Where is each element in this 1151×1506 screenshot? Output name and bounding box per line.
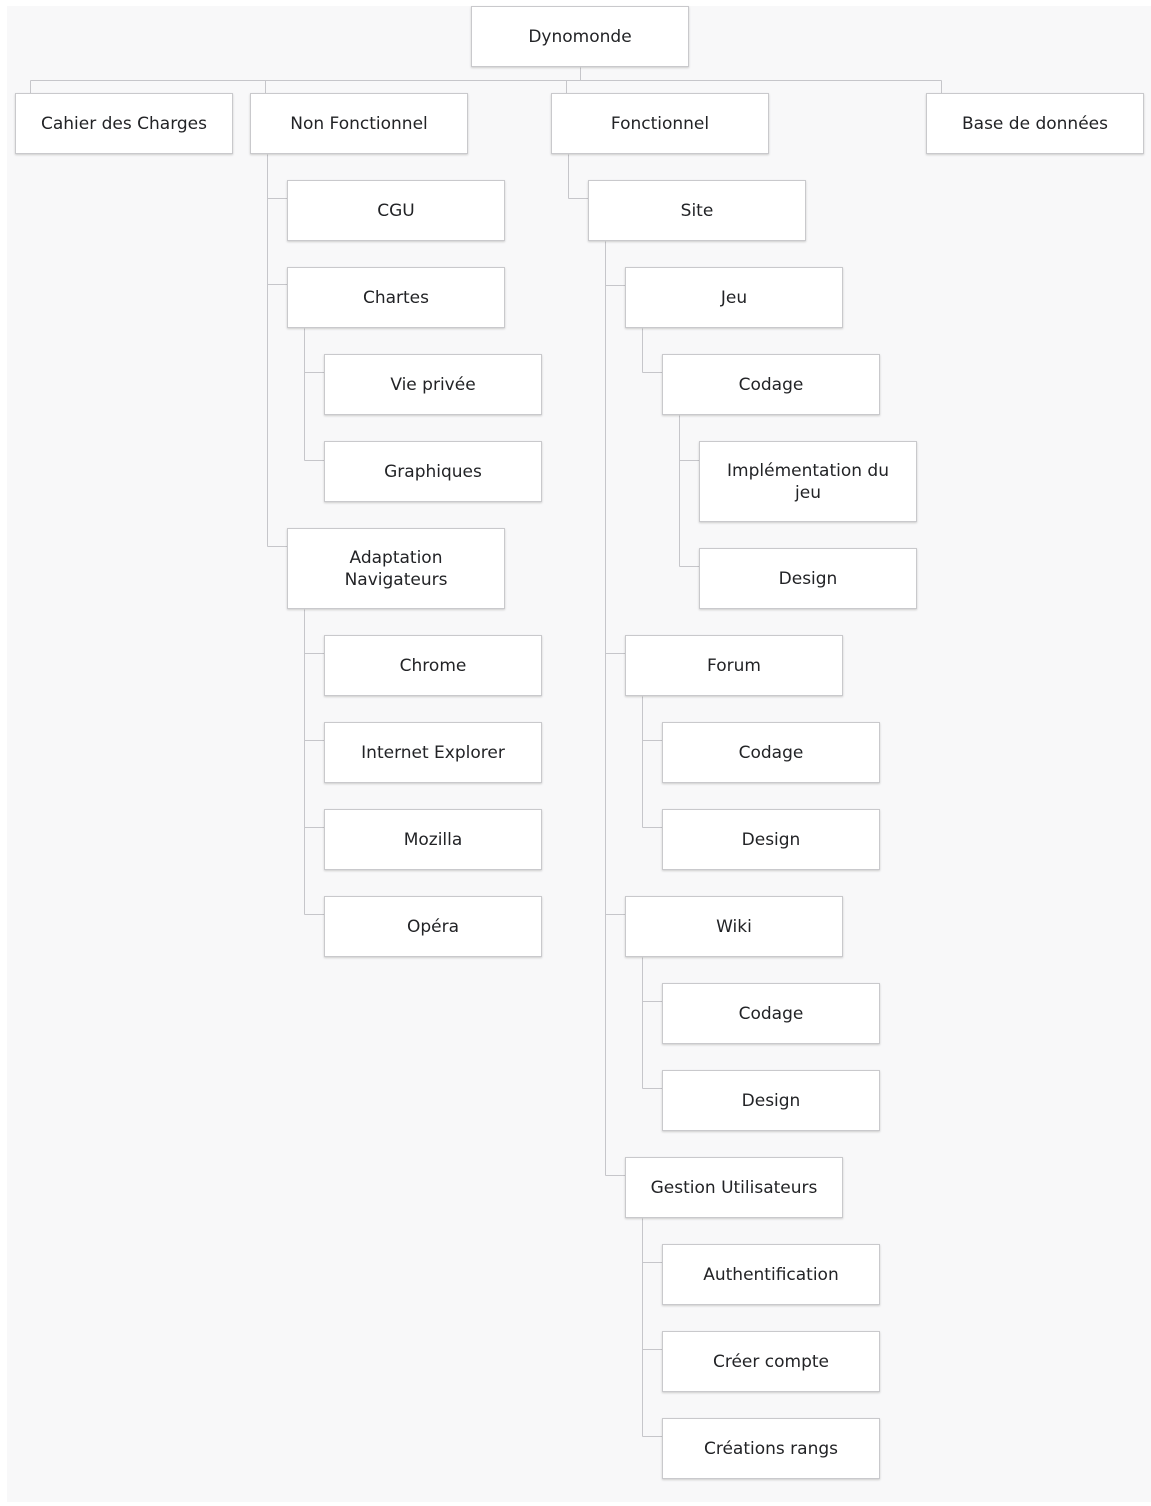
node-label: Chrome xyxy=(399,655,467,676)
node-label: Implémentation du jeu xyxy=(727,460,889,503)
node-chartes[interactable]: Chartes xyxy=(287,267,505,328)
node-label: Fonctionnel xyxy=(610,113,710,134)
node-jeu-design[interactable]: Design xyxy=(699,548,917,609)
node-cgu[interactable]: CGU xyxy=(287,180,505,241)
node-label: Non Fonctionnel xyxy=(290,113,428,134)
node-label: Dynomonde xyxy=(528,26,632,47)
node-label: Site xyxy=(680,200,714,221)
node-forum-codage[interactable]: Codage xyxy=(662,722,880,783)
node-label: Jeu xyxy=(720,287,748,308)
node-label: Vie privée xyxy=(390,374,476,395)
node-wiki[interactable]: Wiki xyxy=(625,896,843,957)
node-label: Créer compte xyxy=(712,1351,830,1372)
node-vie-privee[interactable]: Vie privée xyxy=(324,354,542,415)
node-bdd[interactable]: Base de données xyxy=(926,93,1144,154)
node-label: Design xyxy=(741,829,801,850)
node-label: Internet Explorer xyxy=(361,742,505,763)
node-authentification[interactable]: Authentification xyxy=(662,1244,880,1305)
node-label: Base de données xyxy=(962,113,1108,134)
node-label: Opéra xyxy=(406,916,460,937)
node-forum[interactable]: Forum xyxy=(625,635,843,696)
node-forum-design[interactable]: Design xyxy=(662,809,880,870)
node-creer-compte[interactable]: Créer compte xyxy=(662,1331,880,1392)
node-implementation[interactable]: Implémentation du jeu xyxy=(699,441,917,522)
node-nonfonc[interactable]: Non Fonctionnel xyxy=(250,93,468,154)
node-label: Chartes xyxy=(362,287,430,308)
node-wiki-codage[interactable]: Codage xyxy=(662,983,880,1044)
node-wiki-design[interactable]: Design xyxy=(662,1070,880,1131)
node-adaptation[interactable]: Adaptation Navigateurs xyxy=(287,528,505,609)
node-label: Gestion Utilisateurs xyxy=(650,1177,818,1198)
node-label: Codage xyxy=(738,374,804,395)
node-creations-rangs[interactable]: Créations rangs xyxy=(662,1418,880,1479)
node-opera[interactable]: Opéra xyxy=(324,896,542,957)
node-label: Design xyxy=(741,1090,801,1111)
node-cahier[interactable]: Cahier des Charges xyxy=(15,93,233,154)
node-label: Forum xyxy=(707,655,761,676)
node-internet-explorer[interactable]: Internet Explorer xyxy=(324,722,542,783)
node-label: CGU xyxy=(377,200,415,221)
node-label: Graphiques xyxy=(384,461,482,482)
node-label: Codage xyxy=(738,1003,804,1024)
node-label: Wiki xyxy=(716,916,752,937)
node-label: Créations rangs xyxy=(703,1438,839,1459)
node-root[interactable]: Dynomonde xyxy=(471,6,689,67)
node-label: Mozilla xyxy=(403,829,463,850)
node-jeu-codage[interactable]: Codage xyxy=(662,354,880,415)
node-label: Adaptation Navigateurs xyxy=(344,547,448,590)
node-mozilla[interactable]: Mozilla xyxy=(324,809,542,870)
node-chrome[interactable]: Chrome xyxy=(324,635,542,696)
node-label: Cahier des Charges xyxy=(40,113,207,134)
node-graphiques[interactable]: Graphiques xyxy=(324,441,542,502)
node-site[interactable]: Site xyxy=(588,180,806,241)
node-label: Authentification xyxy=(703,1264,839,1285)
node-fonc[interactable]: Fonctionnel xyxy=(551,93,769,154)
node-jeu[interactable]: Jeu xyxy=(625,267,843,328)
node-label: Design xyxy=(778,568,838,589)
node-gestion[interactable]: Gestion Utilisateurs xyxy=(625,1157,843,1218)
connector-lines xyxy=(30,67,942,1437)
node-label: Codage xyxy=(738,742,804,763)
